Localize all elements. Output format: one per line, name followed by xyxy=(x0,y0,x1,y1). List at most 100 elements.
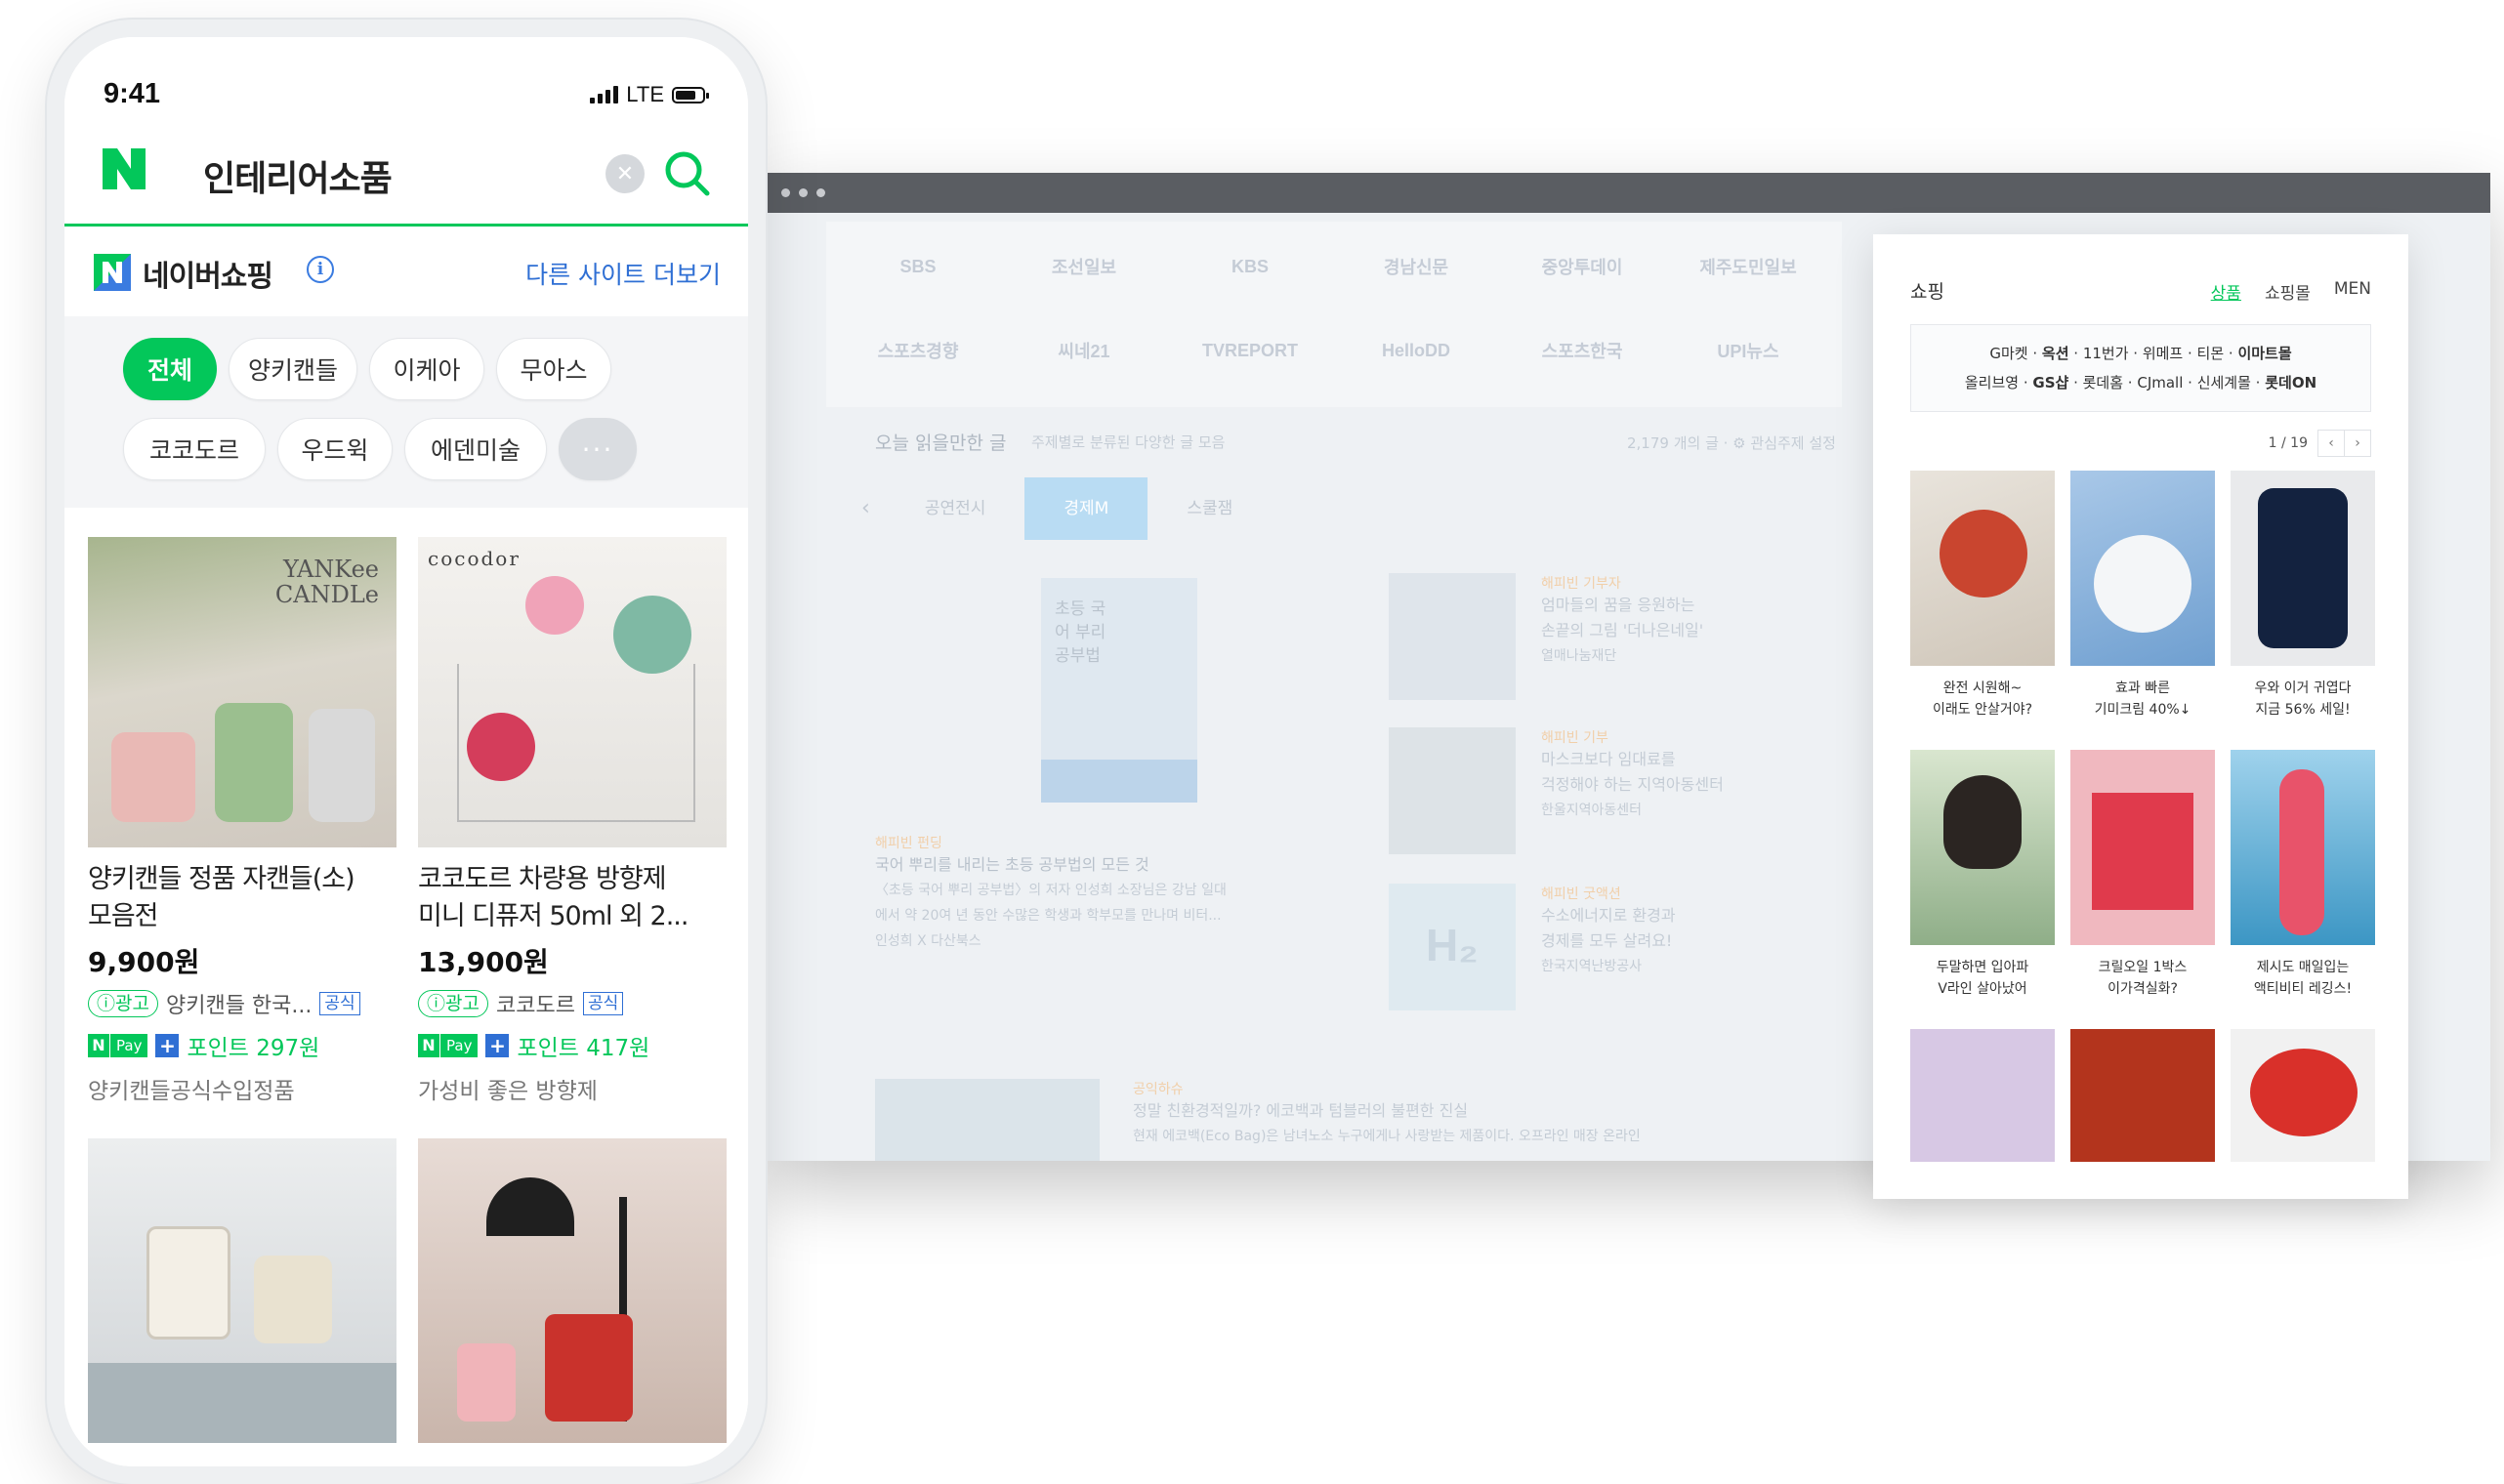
product-image[interactable] xyxy=(1910,1029,2055,1162)
article-item[interactable]: 해피빈 굿액션 수소에너지로 환경과 경제를 모두 살려요! 한국지역난방공사 xyxy=(1541,884,1834,979)
topic-tab[interactable]: 공연전시 xyxy=(886,477,1025,540)
clear-search-icon[interactable]: ✕ xyxy=(605,154,645,193)
tab-men[interactable]: MEN xyxy=(2334,279,2371,304)
article-thumbnail[interactable] xyxy=(1389,727,1516,854)
book-title: 초등 국어 부리 공부법 xyxy=(1055,599,1106,666)
publisher-logo[interactable]: 씨네21 xyxy=(1002,309,1166,392)
seller-name[interactable]: 코코도르 xyxy=(496,988,575,1019)
article-source: 한국지역난방공사 xyxy=(1541,959,1643,974)
publisher-logo[interactable]: 스포츠경향 xyxy=(836,309,1000,392)
product-image[interactable] xyxy=(2231,471,2375,666)
window-dot[interactable] xyxy=(799,188,808,197)
product-image[interactable]: cocodor xyxy=(418,537,727,847)
article-item[interactable]: 해피빈 기부 마스크보다 임대료를 걱정해야 하는 지역아동센터 한울지역아동센… xyxy=(1541,727,1834,823)
product-caption: 액티비티 레깅스! xyxy=(2253,981,2353,997)
publisher-logo[interactable]: HelloDD xyxy=(1334,309,1498,392)
npay-n: N xyxy=(88,1034,109,1057)
product-item[interactable]: 완전 시원해~ 이래도 안살거야? xyxy=(1910,471,2055,721)
publisher-logo[interactable]: 경남신문 xyxy=(1334,226,1498,308)
site-link[interactable]: 티몬 xyxy=(2197,345,2225,362)
site-link[interactable]: G마켓 xyxy=(1989,345,2027,362)
filter-chip[interactable]: 우드윅 xyxy=(277,418,393,480)
site-link[interactable]: 롯데ON xyxy=(2265,374,2316,392)
article-count[interactable]: 2,179 개의 글 · ⚙ 관심주제 설정 xyxy=(1627,433,1836,453)
site-link[interactable]: CJmall xyxy=(2137,374,2183,392)
site-link[interactable]: 위메프 xyxy=(2143,345,2183,362)
site-link[interactable]: 신세계몰 xyxy=(2197,374,2251,392)
article-item[interactable]: 해피빈 기부자 엄마들의 꿈을 응원하는 손끝의 그림 '더나은네일' 열매나눔… xyxy=(1541,573,1834,669)
product-item[interactable]: 제시도 매일입는 액티비티 레깅스! xyxy=(2231,750,2375,1000)
info-icon[interactable]: i xyxy=(307,256,334,283)
article-thumbnail[interactable] xyxy=(1389,573,1516,700)
tab-products[interactable]: 상품 xyxy=(2211,279,2241,304)
topic-tab[interactable]: 경제M xyxy=(1024,477,1148,540)
ad-badge[interactable]: ⓘ광고 xyxy=(418,990,488,1017)
chevron-right-icon[interactable]: › xyxy=(2345,430,2371,457)
product-image[interactable] xyxy=(2231,1029,2375,1162)
filter-chip[interactable]: 이케아 xyxy=(369,338,484,400)
product-image[interactable] xyxy=(1910,471,2055,666)
filter-chip[interactable]: 코코도르 xyxy=(123,418,266,480)
product-item[interactable]: 크릴오일 1박스 이가격실화? xyxy=(2070,750,2215,1000)
product-card[interactable]: YANKee CANDLe 양키캔들 정품 자캔들(소) 모음전 9,900원 ⓘ… xyxy=(88,537,396,1105)
tab-malls[interactable]: 쇼핑몰 xyxy=(2265,279,2311,304)
product-image[interactable] xyxy=(88,1138,396,1443)
product-title[interactable]: 양키캔들 정품 자캔들(소) 모음전 xyxy=(88,861,396,935)
product-caption: 기미크림 40%↓ xyxy=(2094,702,2191,718)
point-text: 포인트 297원 xyxy=(187,1036,320,1061)
site-link[interactable]: 11번가 xyxy=(2083,345,2129,362)
publisher-logo[interactable]: 중앙투데이 xyxy=(1500,226,1664,308)
product-image[interactable] xyxy=(418,1138,727,1443)
filter-chip-all[interactable]: 전체 xyxy=(123,338,217,400)
product-item[interactable]: 우와 이거 귀엽다 지금 56% 세일! xyxy=(2231,471,2375,721)
article-title: 엄마들의 꿈을 응원하는 xyxy=(1541,596,1695,614)
site-link[interactable]: 롯데홈 xyxy=(2083,374,2123,392)
product-item[interactable]: 효과 빠른 기미크림 40%↓ xyxy=(2070,471,2215,721)
book-cover[interactable]: 초등 국어 부리 공부법 xyxy=(1041,578,1197,803)
publisher-logo[interactable]: TVREPORT xyxy=(1168,309,1332,392)
naver-logo-icon[interactable] xyxy=(100,144,148,193)
product-image[interactable] xyxy=(1910,750,2055,945)
chevron-left-icon[interactable]: ‹ xyxy=(2317,430,2345,457)
window-dot[interactable] xyxy=(781,188,790,197)
seller-name[interactable]: 양키캔들 한국... xyxy=(166,988,312,1019)
product-image[interactable] xyxy=(2070,471,2215,666)
product-image[interactable] xyxy=(2231,750,2375,945)
publisher-logo[interactable]: SBS xyxy=(836,226,1000,308)
publisher-logo[interactable]: 제주도민일보 xyxy=(1666,226,1830,308)
npay-n: N xyxy=(418,1034,439,1057)
article-thumbnail[interactable] xyxy=(875,1079,1100,1161)
publisher-logo[interactable]: 스포츠한국 xyxy=(1500,309,1664,392)
filter-chip[interactable]: 에덴미술 xyxy=(404,418,547,480)
site-link[interactable]: 옥션 xyxy=(2042,345,2069,362)
search-input[interactable]: 인테리어소품 xyxy=(203,150,393,201)
filter-chip[interactable]: 무아스 xyxy=(496,338,611,400)
product-title[interactable]: 코코도르 차량용 방향제 미니 디퓨저 50ml 외 2... xyxy=(418,861,727,935)
product-item[interactable]: 두말하면 입아파 V라인 살아났어 xyxy=(1910,750,2055,1000)
more-filters-button[interactable]: ··· xyxy=(559,418,637,480)
publisher-logo[interactable]: KBS xyxy=(1168,226,1332,308)
site-link[interactable]: GS샵 xyxy=(2032,374,2068,392)
ad-badge[interactable]: ⓘ광고 xyxy=(88,990,158,1017)
search-icon[interactable] xyxy=(660,146,713,199)
site-link[interactable]: 올리브영 xyxy=(1965,374,2019,392)
publisher-logo[interactable]: UPI뉴스 xyxy=(1666,309,1830,392)
window-dot[interactable] xyxy=(816,188,825,197)
site-link[interactable]: 이마트몰 xyxy=(2237,345,2291,362)
article-source: 인성희 X 다산북스 xyxy=(875,933,981,949)
article-thumbnail[interactable]: H₂ xyxy=(1389,884,1516,1010)
topic-tab[interactable]: 스쿨잼 xyxy=(1148,477,1272,540)
product-card[interactable]: cocodor 코코도르 차량용 방향제 미니 디퓨저 50ml 외 2... 1… xyxy=(418,537,727,1105)
brand-logo-text: YANKee CANDLe xyxy=(274,556,379,608)
article-item[interactable]: 공익하슈 정말 친환경적일까? 에코백과 텀블러의 불편한 진실 현재 에코백(… xyxy=(1133,1079,1856,1149)
filter-chip[interactable]: 양키캔들 xyxy=(229,338,357,400)
product-image[interactable] xyxy=(2070,750,2215,945)
article-item[interactable]: 해피빈 펀딩 국어 뿌리를 내리는 초등 공부법의 모든 것 〈초등 국어 뿌리… xyxy=(875,833,1383,954)
more-sites-link[interactable]: 다른 사이트 더보기 xyxy=(525,256,721,291)
product-image[interactable]: YANKee CANDLe xyxy=(88,537,396,847)
product-description: 가성비 좋은 방향제 xyxy=(418,1079,598,1104)
chevron-left-icon[interactable]: ‹ xyxy=(846,477,886,540)
article-tag: 해피빈 굿액션 xyxy=(1541,886,1621,902)
product-image[interactable] xyxy=(2070,1029,2215,1162)
publisher-logo[interactable]: 조선일보 xyxy=(1002,226,1166,308)
